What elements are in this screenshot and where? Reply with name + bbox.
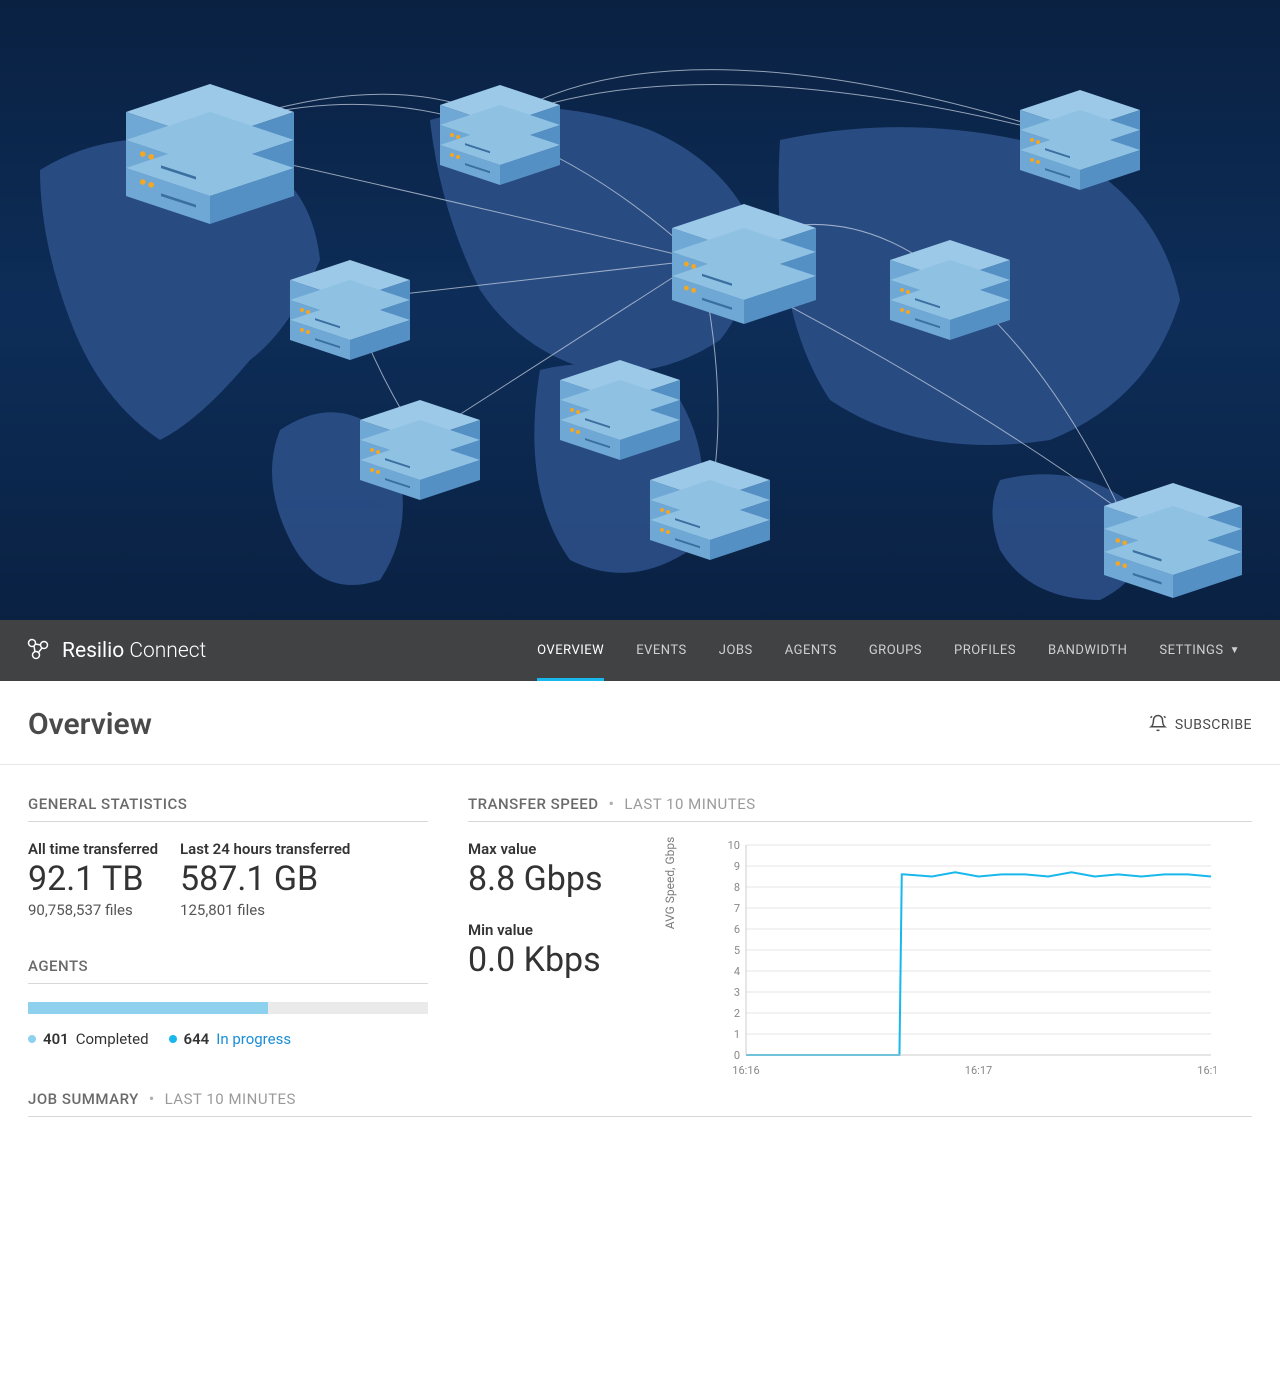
svg-text:6: 6 bbox=[734, 923, 740, 936]
topbar: Resilio Connect OVERVIEW EVENTS JOBS AGE… bbox=[0, 620, 1280, 681]
general-statistics-title: GENERAL STATISTICS bbox=[28, 795, 428, 822]
stat-all-time-value: 92.1 TB bbox=[28, 860, 158, 899]
hero-world-map bbox=[0, 0, 1280, 620]
content: GENERAL STATISTICS All time transferred … bbox=[0, 765, 1280, 1090]
agents-legend: 401 Completed 644 In progress bbox=[28, 1030, 428, 1048]
agents-completed: 401 Completed bbox=[28, 1030, 149, 1048]
nav-bandwidth[interactable]: BANDWIDTH bbox=[1032, 620, 1143, 681]
svg-text:16:17: 16:17 bbox=[965, 1064, 992, 1077]
svg-text:16:18: 16:18 bbox=[1197, 1064, 1216, 1077]
page-header: Overview SUBSCRIBE bbox=[0, 681, 1280, 765]
chevron-down-icon: ▼ bbox=[1230, 645, 1240, 656]
agents-progress-bar bbox=[28, 1002, 428, 1014]
bell-icon bbox=[1149, 714, 1167, 736]
stat-last-24h-files: 125,801 files bbox=[180, 901, 350, 919]
page-title: Overview bbox=[28, 707, 152, 742]
nav-groups[interactable]: GROUPS bbox=[853, 620, 938, 681]
stat-all-time: All time transferred 92.1 TB 90,758,537 … bbox=[28, 840, 158, 919]
svg-text:9: 9 bbox=[734, 860, 740, 873]
nav-jobs[interactable]: JOBS bbox=[703, 620, 769, 681]
chart-y-axis-label: AVG Speed, Gbps bbox=[663, 837, 677, 930]
stat-last-24h: Last 24 hours transferred 587.1 GB 125,8… bbox=[180, 840, 350, 919]
agents-title: AGENTS bbox=[28, 957, 428, 984]
stat-max-speed: Max value 8.8 Gbps bbox=[468, 840, 648, 899]
brand-logo-icon bbox=[24, 635, 52, 667]
stat-last-24h-label: Last 24 hours transferred bbox=[180, 840, 350, 858]
job-summary-title: JOB SUMMARY•LAST 10 MINUTES bbox=[28, 1090, 1252, 1117]
agents-bar-inprogress bbox=[268, 1002, 428, 1014]
svg-text:2: 2 bbox=[734, 1007, 740, 1020]
nav-settings[interactable]: SETTINGS▼ bbox=[1143, 620, 1256, 681]
svg-text:1: 1 bbox=[734, 1028, 740, 1041]
nav-events[interactable]: EVENTS bbox=[620, 620, 703, 681]
brand-name: Resilio Connect bbox=[62, 639, 206, 663]
chart-svg: 0 1 2 3 4 5 6 7 8 9 10 16:16 16:17 16:18 bbox=[716, 840, 1216, 1080]
nav-profiles[interactable]: PROFILES bbox=[938, 620, 1032, 681]
subscribe-button[interactable]: SUBSCRIBE bbox=[1149, 714, 1252, 736]
stat-last-24h-value: 587.1 GB bbox=[180, 860, 350, 899]
svg-text:4: 4 bbox=[734, 965, 740, 978]
job-summary-section: JOB SUMMARY•LAST 10 MINUTES bbox=[0, 1090, 1280, 1163]
transfer-speed-chart: AVG Speed, Gbps 01234567891016:1616:1716… bbox=[678, 840, 1252, 1060]
svg-text:16:16: 16:16 bbox=[732, 1064, 759, 1077]
subscribe-label: SUBSCRIBE bbox=[1175, 717, 1252, 733]
svg-text:8: 8 bbox=[734, 881, 740, 894]
svg-text:3: 3 bbox=[734, 986, 740, 999]
transfer-speed-title: TRANSFER SPEED•LAST 10 MINUTES bbox=[468, 795, 1252, 822]
stat-min-speed: Min value 0.0 Kbps bbox=[468, 921, 648, 980]
stat-all-time-label: All time transferred bbox=[28, 840, 158, 858]
main-nav: OVERVIEW EVENTS JOBS AGENTS GROUPS PROFI… bbox=[521, 620, 1256, 681]
dot-icon bbox=[169, 1035, 177, 1043]
brand: Resilio Connect bbox=[24, 635, 206, 667]
nav-agents[interactable]: AGENTS bbox=[769, 620, 853, 681]
svg-text:0: 0 bbox=[734, 1049, 740, 1062]
dot-icon bbox=[28, 1035, 36, 1043]
svg-text:7: 7 bbox=[734, 902, 740, 915]
stat-all-time-files: 90,758,537 files bbox=[28, 901, 158, 919]
svg-text:5: 5 bbox=[734, 944, 740, 957]
agents-bar-completed bbox=[28, 1002, 268, 1014]
nav-overview[interactable]: OVERVIEW bbox=[521, 620, 620, 681]
agents-in-progress: 644 In progress bbox=[169, 1030, 292, 1048]
svg-text:10: 10 bbox=[728, 840, 740, 852]
